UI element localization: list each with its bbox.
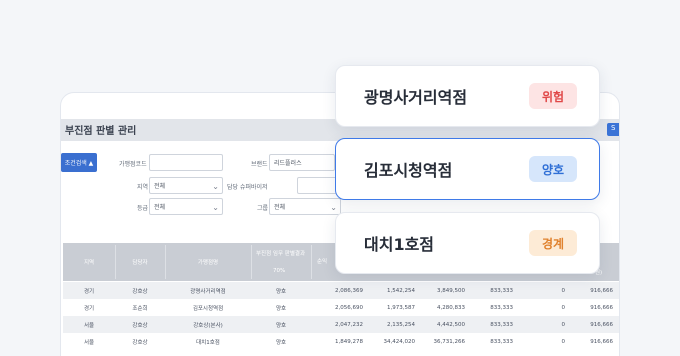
header-region: 지역	[83, 260, 95, 266]
supervisor-label: 담당 슈퍼바이저	[227, 184, 268, 191]
header-store: 가맹점명	[197, 260, 219, 266]
cell-manager: 강호상	[132, 322, 148, 329]
cell-region: 경기	[83, 305, 95, 312]
cell-value: 3,849,500	[437, 287, 465, 294]
header-judge: 부진점 임무 판별결과	[256, 251, 306, 257]
header-sales: 순익	[317, 259, 328, 265]
chevron-down-icon: ⌄	[330, 203, 337, 212]
table-row[interactable]: 서울 강호상 대치1호점 양호 1,849,278 34,424,020 36,…	[63, 333, 619, 350]
cell-value: 833,333	[490, 287, 513, 294]
table-row[interactable]: 경기 강호상 광명사거리역점 양호 2,086,369 1,542,254 3,…	[63, 282, 619, 299]
brand-label: 브랜드	[251, 161, 268, 168]
region-label: 지역	[137, 184, 149, 191]
cell-status: 양호	[275, 288, 287, 295]
cell-value: 0	[561, 338, 566, 345]
store-card-gwangmyeong[interactable]: 광명사거리역점 위험	[335, 65, 600, 127]
cell-store: 광명사거리역점	[190, 288, 226, 295]
cell-value: 4,280,833	[437, 304, 465, 311]
grade-select-value: 전체	[154, 204, 166, 211]
supervisor-select[interactable]	[297, 177, 337, 194]
cell-value: 916,666	[590, 321, 613, 328]
cell-value: 916,666	[590, 287, 613, 294]
status-badge-good: 양호	[529, 156, 577, 182]
cell-value: 916,666	[590, 338, 613, 345]
region-select-value: 전체	[154, 183, 166, 190]
cell-value: 833,333	[490, 304, 513, 311]
cell-manager: 강호상	[132, 288, 148, 295]
store-code-input[interactable]	[149, 154, 223, 171]
cell-value: 2,047,232	[335, 321, 363, 328]
cell-value: 0	[561, 321, 566, 328]
cell-value: 0	[561, 304, 566, 311]
grade-label: 등급	[137, 205, 149, 212]
cell-value: 0	[561, 287, 566, 294]
cell-value: 4,442,500	[437, 321, 465, 328]
store-card-gimpo[interactable]: 김포시청역점 양호	[335, 138, 600, 200]
region-select[interactable]: 전체 ⌄	[149, 177, 223, 194]
chevron-down-icon: ⌄	[212, 182, 219, 191]
header-judge-pct: 70%	[273, 268, 286, 274]
cell-value: 1,973,587	[387, 304, 415, 311]
status-badge-danger: 위험	[529, 83, 577, 109]
cell-manager: 조순희	[132, 305, 148, 312]
cell-status: 양호	[275, 305, 287, 312]
cell-value: 34,424,020	[383, 338, 416, 345]
group-select[interactable]: 전체 ⌄	[269, 198, 341, 215]
cell-value: 36,731,266	[433, 338, 466, 345]
store-card-name: 대치1호점	[364, 235, 435, 254]
status-badge-warning: 경계	[529, 230, 577, 256]
store-code-label: 가맹점코드	[119, 161, 147, 168]
cell-value: 833,333	[490, 321, 513, 328]
cell-value: 2,135,254	[387, 321, 415, 328]
brand-select-value: 리드플러스	[274, 160, 302, 167]
corner-button-label: S	[611, 124, 616, 132]
store-card-name: 김포시청역점	[364, 161, 453, 180]
grade-select[interactable]: 전체 ⌄	[149, 198, 223, 215]
cell-value: 833,333	[490, 338, 513, 345]
cell-region: 서울	[83, 322, 95, 329]
group-select-value: 전체	[274, 204, 286, 211]
cell-status: 양호	[275, 339, 287, 346]
header-manager: 담당자	[132, 260, 148, 266]
corner-button[interactable]: S	[607, 123, 619, 136]
cell-status: 양호	[275, 322, 287, 329]
cell-value: 1,542,254	[387, 287, 415, 294]
group-label: 그룹	[257, 205, 269, 212]
page-title: 부진점 판별 관리	[65, 126, 137, 137]
chevron-down-icon: ⌄	[212, 203, 219, 212]
table-row[interactable]: 경기 조순희 김포시청역점 양호 2,056,690 1,973,587 4,2…	[63, 299, 619, 316]
cell-store: 김포시청역점	[192, 305, 224, 312]
store-card-daechi[interactable]: 대치1호점 경계	[335, 212, 600, 274]
store-card-name: 광명사거리역점	[364, 88, 468, 107]
cell-region: 서울	[83, 339, 95, 346]
cell-store: 대치1호점	[196, 339, 220, 346]
cell-value: 2,056,690	[335, 304, 363, 311]
cell-value: 2,086,369	[335, 287, 363, 294]
cell-manager: 강호상	[132, 339, 148, 346]
brand-select[interactable]: 리드플러스	[269, 154, 335, 171]
table-row[interactable]: 서울 강호상 강호상(본사) 양호 2,047,232 2,135,254 4,…	[63, 316, 619, 333]
search-toggle-button[interactable]: 조건검색 ▲	[61, 153, 97, 172]
cell-store: 강호상(본사)	[193, 322, 223, 329]
cell-value: 916,666	[590, 304, 613, 311]
cell-region: 경기	[83, 288, 95, 295]
cell-value: 1,849,278	[335, 338, 363, 345]
